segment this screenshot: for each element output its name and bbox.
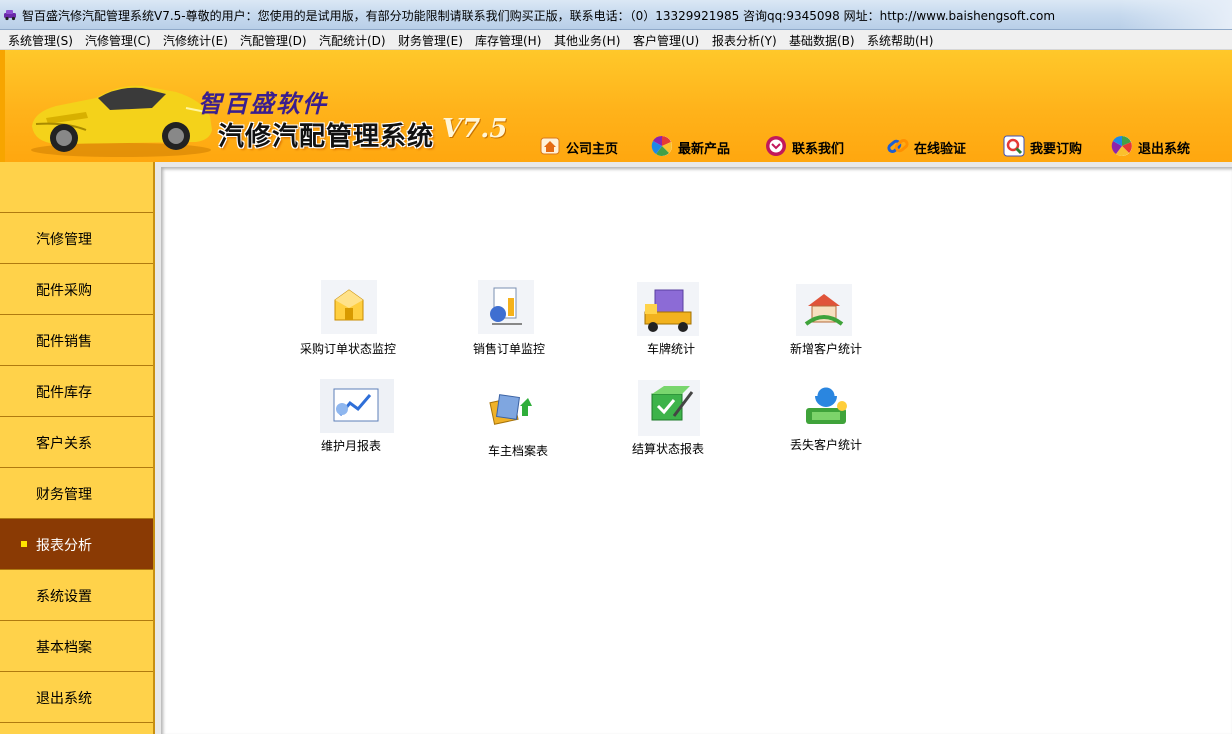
color-wheel-icon xyxy=(651,135,672,156)
menu-finance[interactable]: 财务管理(E) xyxy=(398,32,463,49)
report-new-customer-stats[interactable]: 新增客户统计 xyxy=(790,284,870,356)
settlement-icon xyxy=(638,380,700,436)
report-license-plate-stats[interactable]: 车牌统计 xyxy=(637,282,701,356)
app-header: 智百盛软件 汽修汽配管理系统 V7.5 公司主页 最新产品 联系我们 在线验证 … xyxy=(0,50,1232,162)
exit-wheel-icon xyxy=(1111,135,1132,156)
title-bar: 智百盛汽修汽配管理系统V7.5-尊敬的用户：您使用的是试用版，有部分功能限制请联… xyxy=(0,0,1232,30)
sidebar-item-customer[interactable]: 客户关系 xyxy=(0,417,155,468)
menu-inventory[interactable]: 库存管理(H) xyxy=(475,32,541,49)
contact-icon xyxy=(766,136,786,156)
active-bullet xyxy=(21,541,27,547)
report-owner-archive[interactable]: 车主档案表 xyxy=(488,384,552,460)
sidebar-item-purchase[interactable]: 配件采购 xyxy=(0,264,155,315)
menu-repair-stats[interactable]: 汽修统计(E) xyxy=(163,32,228,49)
app-car-icon xyxy=(4,10,16,21)
sidebar-item-repair[interactable]: 汽修管理 xyxy=(0,213,155,264)
sidebar-item-inventory[interactable]: 配件库存 xyxy=(0,366,155,417)
new-customer-icon xyxy=(796,284,852,336)
window-title: 智百盛汽修汽配管理系统V7.5-尊敬的用户：您使用的是试用版，有部分功能限制请联… xyxy=(22,9,1056,23)
menu-basic-data[interactable]: 基础数据(B) xyxy=(789,32,855,49)
report-lost-customer-stats[interactable]: 丢失客户统计 xyxy=(790,380,870,452)
sidebar-item-finance[interactable]: 财务管理 xyxy=(0,468,155,519)
report-settlement-status[interactable]: 结算状态报表 xyxy=(630,380,706,458)
lost-customer-icon xyxy=(806,384,847,424)
report-maintenance-monthly[interactable]: 维护月报表 xyxy=(320,379,394,453)
report-purchase-order-monitor[interactable]: 采购订单状态监控 xyxy=(300,280,400,356)
monthly-report-icon xyxy=(320,379,394,433)
sidebar-item-exit[interactable]: 退出系统 xyxy=(0,672,155,723)
brand-subtitle: 智百盛软件 xyxy=(198,90,328,118)
search-order-icon xyxy=(1003,135,1025,157)
sports-car-logo xyxy=(31,85,212,157)
brand-title: 汽修汽配管理系统 xyxy=(218,122,435,152)
menu-other[interactable]: 其他业务(H) xyxy=(554,32,620,49)
menu-parts[interactable]: 汽配管理(D) xyxy=(240,32,307,49)
brand-version: V7.5 xyxy=(442,114,508,144)
report-sales-order-monitor[interactable]: 销售订单监控 xyxy=(470,280,550,356)
menu-help[interactable]: 系统帮助(H) xyxy=(867,32,933,49)
sales-order-icon xyxy=(478,280,534,334)
purchase-order-icon xyxy=(321,280,377,334)
truck-icon xyxy=(637,282,699,336)
house-icon xyxy=(540,137,560,155)
menu-customer[interactable]: 客户管理(U) xyxy=(633,32,699,49)
owner-archive-icon xyxy=(489,394,532,425)
sidebar-item-sales[interactable]: 配件销售 xyxy=(0,315,155,366)
menu-repair[interactable]: 汽修管理(C) xyxy=(85,32,151,49)
sidebar-item-settings[interactable]: 系统设置 xyxy=(0,570,155,621)
sidebar-item-basic-archive[interactable]: 基本档案 xyxy=(0,621,155,672)
menu-parts-stats[interactable]: 汽配统计(D) xyxy=(319,32,386,49)
link-icon xyxy=(887,139,909,153)
menu-bar: 系统管理(S) 汽修管理(C) 汽修统计(E) 汽配管理(D) 汽配统计(D) … xyxy=(0,30,1232,50)
sidebar: 汽修管理 配件采购 配件销售 配件库存 客户关系 财务管理 报表分析 系统设置 … xyxy=(0,162,155,734)
menu-system[interactable]: 系统管理(S) xyxy=(8,32,73,49)
sidebar-item-reports[interactable]: 报表分析 xyxy=(0,519,155,570)
menu-reports[interactable]: 报表分析(Y) xyxy=(712,32,777,49)
